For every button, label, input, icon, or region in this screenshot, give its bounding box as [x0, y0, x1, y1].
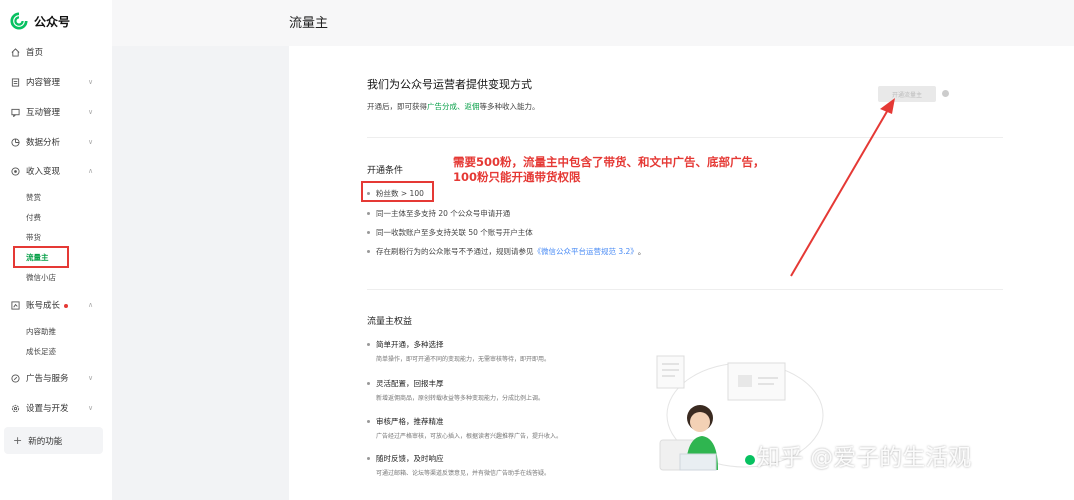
sidebar-item-label: 账号成长	[26, 299, 69, 311]
bullet-icon	[367, 250, 370, 253]
sidebar-item-settings[interactable]: 设置与开发 ∨	[0, 398, 112, 418]
sidebar-item-home[interactable]: 首页	[0, 42, 112, 62]
benefits-title: 流量主权益	[367, 317, 413, 327]
highlight-box	[13, 246, 69, 268]
condition-text: 同一主体至多支持 20 个公众号申请开通	[376, 209, 511, 218]
condition-text: 。	[637, 247, 646, 256]
chevron-down-icon: ∨	[88, 108, 94, 116]
annotation-line: 需要500粉，流量主中包含了带货、和文中广告、底部广告，	[453, 155, 765, 169]
app-name: 公众号	[34, 14, 71, 29]
ad-share-link[interactable]: 广告分成	[427, 102, 457, 111]
condition-item: 同一主体至多支持 20 个公众号申请开通	[367, 208, 510, 219]
ad-icon	[10, 373, 20, 383]
annotation-text: 需要500粉，流量主中包含了带货、和文中广告、底部广告， 100粉只能开通带货权…	[453, 155, 765, 185]
bullet-icon	[367, 457, 370, 460]
operation-rules-link[interactable]: 《微信公众平台运营规范 3.2》	[534, 246, 638, 257]
desc-text: 开通后，即可获得	[367, 102, 427, 111]
new-features-label: 新的功能	[28, 436, 63, 447]
benefit-title-text: 简单开通，多种选择	[376, 340, 444, 349]
sidebar-sub-growth-trail[interactable]: 成长足迹	[26, 344, 56, 358]
sidebar-item-income[interactable]: 收入变现 ∧	[0, 161, 112, 181]
benefit-title-text: 随时反馈，及时响应	[376, 454, 444, 463]
document-icon	[10, 77, 20, 87]
sidebar: 公众号 首页 内容管理 ∨ 互动管理 ∨ 数据分析 ∨ 收入变现 ∧ 赞赏 付费…	[0, 0, 112, 500]
bullet-icon	[367, 231, 370, 234]
divider	[367, 289, 1003, 290]
sidebar-item-interaction[interactable]: 互动管理 ∨	[0, 102, 112, 122]
conditions-title: 开通条件	[367, 166, 404, 176]
sidebar-sub-content-boost[interactable]: 内容助推	[26, 324, 56, 338]
sidebar-item-label: 内容管理	[26, 78, 61, 88]
chevron-up-icon: ∧	[88, 167, 94, 175]
benefit-item-desc: 可通过邮箱、论坛等渠道反馈意见，并有微信广告助手在线答疑。	[376, 470, 551, 477]
highlight-box	[361, 181, 434, 202]
sidebar-item-label: 首页	[26, 48, 44, 58]
benefit-item-desc: 简单操作，即可开通不同的变现能力，无需审核等待，即开即用。	[376, 356, 551, 363]
chevron-down-icon: ∨	[88, 78, 94, 86]
sidebar-item-label: 数据分析	[26, 138, 61, 148]
chevron-down-icon: ∨	[88, 374, 94, 382]
chevron-down-icon: ∨	[88, 404, 94, 412]
sidebar-sub-wechat-shop[interactable]: 微信小店	[26, 270, 56, 284]
sidebar-item-label: 互动管理	[26, 108, 61, 118]
sidebar-sub-goods[interactable]: 带货	[26, 230, 41, 244]
top-header: 流量主	[112, 0, 1074, 46]
settings-icon	[10, 403, 20, 413]
benefit-item-title: 简单开通，多种选择	[367, 339, 444, 350]
benefit-title-text: 灵活配置，回报丰厚	[376, 379, 444, 388]
income-icon	[10, 166, 20, 176]
open-traffic-owner-button[interactable]: 开通流量主	[878, 86, 936, 102]
notification-dot	[64, 303, 69, 308]
benefit-item-desc: 广告经过严格审核，可放心插入，根据读者兴趣推荐广告，提升收入。	[376, 433, 563, 440]
sidebar-item-label: 广告与服务	[26, 374, 69, 384]
sidebar-item-label: 设置与开发	[26, 404, 69, 414]
page-title: 流量主	[289, 16, 329, 31]
desc-separator: 、	[457, 102, 465, 111]
sidebar-sub-appreciation[interactable]: 赞赏	[26, 190, 41, 204]
section-heading: 我们为公众号运营者提供变现方式	[367, 78, 532, 91]
chevron-down-icon: ∨	[88, 138, 94, 146]
growth-icon	[10, 300, 20, 310]
condition-item: 同一收款账户至多支持关联 50 个账号开户主体	[367, 227, 533, 238]
divider	[367, 137, 1003, 138]
benefit-item-title: 灵活配置，回报丰厚	[367, 378, 444, 389]
app-logo[interactable]: 公众号	[10, 10, 70, 32]
section-description: 开通后，即可获得广告分成、返佣等多种收入能力。	[367, 101, 540, 112]
sidebar-sub-paid[interactable]: 付费	[26, 210, 41, 224]
benefit-title-text: 审核严格，推荐精准	[376, 417, 444, 426]
wechat-official-logo-icon	[10, 12, 28, 30]
home-icon	[10, 47, 20, 57]
benefit-item-desc: 新增返佣商品，原创转载收益等多种变现能力，分成比例上调。	[376, 395, 545, 402]
bullet-icon	[367, 382, 370, 385]
sidebar-item-content[interactable]: 内容管理 ∨	[0, 72, 112, 92]
sidebar-item-analytics[interactable]: 数据分析 ∨	[0, 132, 112, 152]
help-icon[interactable]	[942, 90, 949, 97]
bullet-icon	[367, 420, 370, 423]
condition-text: 同一收款账户至多支持关联 50 个账号开户主体	[376, 228, 533, 237]
bullet-icon	[367, 343, 370, 346]
analytics-icon	[10, 137, 20, 147]
new-features-button[interactable]: + 新的功能	[4, 427, 103, 454]
condition-item: 存在刷粉行为的公众账号不予通过，规则请参见 《微信公众平台运营规范 3.2》。	[367, 246, 645, 257]
sidebar-item-ads[interactable]: 广告与服务 ∨	[0, 368, 112, 388]
plus-icon: +	[13, 434, 23, 447]
desc-text: 等多种收入能力。	[479, 102, 540, 111]
chat-icon	[10, 107, 20, 117]
watermark-text: 知乎 @爱子的生活观	[757, 445, 972, 471]
sidebar-item-growth[interactable]: 账号成长 ∧	[0, 295, 112, 315]
rebate-link[interactable]: 返佣	[465, 102, 480, 111]
annotation-line: 100粉只能开通带货权限	[453, 170, 581, 184]
sidebar-item-label: 收入变现	[26, 167, 61, 177]
benefit-item-title: 审核严格，推荐精准	[367, 416, 444, 427]
benefit-item-title: 随时反馈，及时响应	[367, 453, 444, 464]
condition-text: 存在刷粉行为的公众账号不予通过，规则请参见	[376, 247, 534, 256]
chevron-up-icon: ∧	[88, 301, 94, 309]
bullet-icon	[367, 212, 370, 215]
